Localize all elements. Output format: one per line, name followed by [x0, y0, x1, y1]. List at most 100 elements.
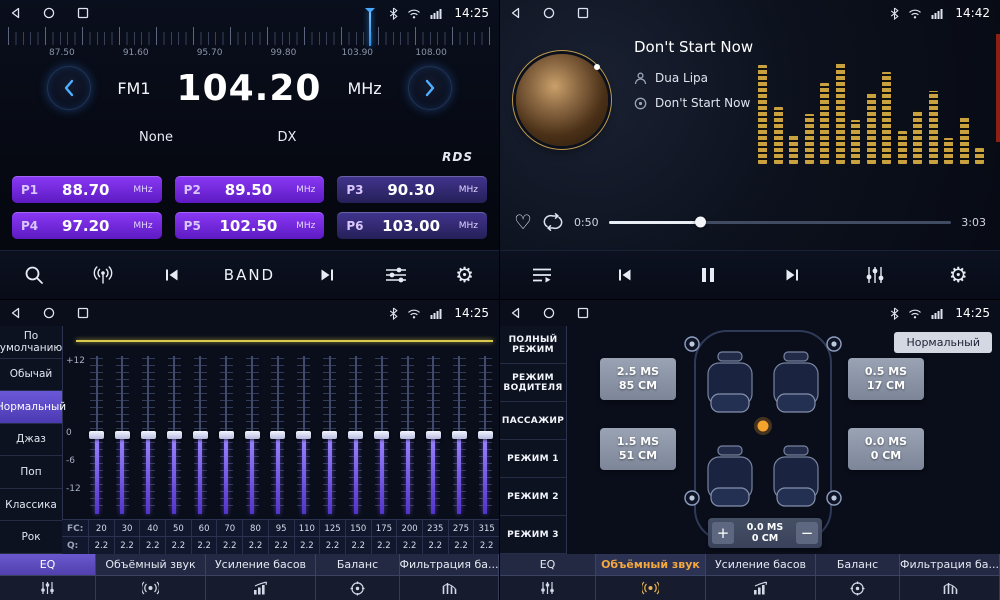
- bluetooth-icon: [890, 307, 899, 320]
- nav-back-icon[interactable]: [510, 7, 521, 19]
- next-track-icon[interactable]: [775, 268, 809, 282]
- filter-icon[interactable]: [400, 576, 499, 600]
- eq-band-slider[interactable]: [269, 356, 286, 514]
- nav-back-icon[interactable]: [510, 307, 521, 319]
- preset-p1[interactable]: P188.70MHz: [12, 176, 162, 203]
- favorite-heart-icon[interactable]: ♡: [514, 210, 532, 234]
- balance-target-icon[interactable]: [316, 576, 400, 600]
- seek-up-button[interactable]: [408, 66, 452, 110]
- decrease-delay-button[interactable]: −: [796, 522, 818, 544]
- seek-knob[interactable]: [695, 217, 706, 228]
- seek-bar[interactable]: [609, 221, 952, 224]
- mode-passenger[interactable]: ПАССАЖИР: [500, 402, 566, 440]
- eq-band-slider[interactable]: [347, 356, 364, 514]
- pause-icon[interactable]: [691, 267, 725, 283]
- nav-home-icon[interactable]: [543, 307, 555, 319]
- tab-balance[interactable]: Баланс: [816, 554, 900, 575]
- settings-gear-icon[interactable]: ⚙: [941, 265, 975, 286]
- preset-p5[interactable]: P5102.50MHz: [175, 212, 325, 239]
- tab-bass-boost[interactable]: Усиление басов: [706, 554, 816, 575]
- eq-band-slider[interactable]: [218, 356, 235, 514]
- search-icon[interactable]: [17, 265, 51, 285]
- bass-boost-icon[interactable]: [706, 576, 816, 600]
- delay-rear-right[interactable]: 0.0 MS0 CM: [848, 428, 924, 470]
- profile-button[interactable]: Нормальный: [894, 332, 992, 353]
- delay-rear-left[interactable]: 1.5 MS51 CM: [600, 428, 676, 470]
- previous-icon[interactable]: [155, 268, 189, 282]
- eq-band-slider[interactable]: [373, 356, 390, 514]
- eq-band-slider[interactable]: [295, 356, 312, 514]
- nav-recents-icon[interactable]: [577, 307, 589, 319]
- progress-row: ♡ 0:50 3:03: [514, 210, 986, 234]
- surround-speaker-icon[interactable]: [596, 576, 706, 600]
- eq-band-slider[interactable]: [399, 356, 416, 514]
- tab-eq[interactable]: EQ: [500, 554, 596, 575]
- repeat-icon[interactable]: [542, 213, 564, 231]
- eq-preset-default[interactable]: По умолчанию: [0, 326, 62, 359]
- nav-recents-icon[interactable]: [577, 7, 589, 19]
- preset-p4[interactable]: P497.20MHz: [12, 212, 162, 239]
- tab-filter[interactable]: Фильтрация ба...: [900, 554, 1000, 575]
- eq-band-slider[interactable]: [244, 356, 261, 514]
- previous-track-icon[interactable]: [608, 268, 642, 282]
- eq-band-slider[interactable]: [166, 356, 183, 514]
- nav-recents-icon[interactable]: [77, 7, 89, 19]
- eq-preset-classic[interactable]: Классика: [0, 489, 62, 522]
- eq-band-slider[interactable]: [321, 356, 338, 514]
- preset-p6[interactable]: P6103.00MHz: [337, 212, 487, 239]
- eq-band-slider[interactable]: [477, 356, 494, 514]
- eq-preset-rock[interactable]: Рок: [0, 521, 62, 554]
- mode-full[interactable]: ПОЛНЫЙ РЕЖИМ: [500, 326, 566, 364]
- settings-gear-icon[interactable]: ⚙: [448, 265, 482, 286]
- tab-balance[interactable]: Баланс: [316, 554, 400, 575]
- tab-bass-boost[interactable]: Усиление басов: [206, 554, 316, 575]
- filter-icon[interactable]: [900, 576, 1000, 600]
- eq-band-slider[interactable]: [425, 356, 442, 514]
- eq-preset-pop[interactable]: Поп: [0, 456, 62, 489]
- band-button[interactable]: BAND: [224, 266, 275, 284]
- tab-surround[interactable]: Объёмный звук: [596, 554, 706, 575]
- tab-eq[interactable]: EQ: [0, 554, 96, 575]
- eq-sliders-icon[interactable]: [500, 576, 596, 600]
- nav-home-icon[interactable]: [43, 7, 55, 19]
- nav-back-icon[interactable]: [10, 307, 21, 319]
- eq-preset-jazz[interactable]: Джаз: [0, 424, 62, 457]
- eq-preset-normal[interactable]: Нормальный: [0, 391, 62, 424]
- nav-back-icon[interactable]: [10, 7, 21, 19]
- seek-down-button[interactable]: [47, 66, 91, 110]
- eq-preset-custom[interactable]: Обычай: [0, 359, 62, 392]
- nav-home-icon[interactable]: [543, 7, 555, 19]
- eq-sliders-icon[interactable]: [0, 576, 96, 600]
- eq-band-slider[interactable]: [451, 356, 468, 514]
- mode-2[interactable]: РЕЖИМ 2: [500, 478, 566, 516]
- delay-cm: 85 CM: [619, 379, 657, 393]
- surround-speaker-icon[interactable]: [96, 576, 206, 600]
- nav-recents-icon[interactable]: [77, 307, 89, 319]
- progress-fill: [609, 221, 702, 224]
- status-icons: 14:25: [890, 306, 990, 320]
- eq-band-slider[interactable]: [140, 356, 157, 514]
- playlist-icon[interactable]: [525, 267, 559, 283]
- broadcast-antenna-icon[interactable]: [86, 266, 120, 284]
- eq-band-slider[interactable]: [88, 356, 105, 514]
- mode-driver[interactable]: РЕЖИМ ВОДИТЕЛЯ: [500, 364, 566, 402]
- next-icon[interactable]: [310, 268, 344, 282]
- eq-band-slider[interactable]: [114, 356, 131, 514]
- preset-p2[interactable]: P289.50MHz: [175, 176, 325, 203]
- delay-front-right[interactable]: 0.5 MS17 CM: [848, 358, 924, 400]
- mode-3[interactable]: РЕЖИМ 3: [500, 516, 566, 554]
- preset-p3[interactable]: P390.30MHz: [337, 176, 487, 203]
- nav-home-icon[interactable]: [43, 307, 55, 319]
- tab-surround[interactable]: Объёмный звук: [96, 554, 206, 575]
- delay-front-left[interactable]: 2.5 MS85 CM: [600, 358, 676, 400]
- eq-band-slider[interactable]: [192, 356, 209, 514]
- increase-delay-button[interactable]: +: [712, 522, 734, 544]
- bass-boost-icon[interactable]: [206, 576, 316, 600]
- bluetooth-icon: [890, 7, 899, 20]
- frequency-ruler[interactable]: 87.50 91.60 95.70 99.80 103.90 108.00: [0, 26, 499, 64]
- mode-1[interactable]: РЕЖИМ 1: [500, 440, 566, 478]
- tune-sliders-icon[interactable]: [379, 266, 413, 284]
- balance-target-icon[interactable]: [816, 576, 900, 600]
- tab-filter[interactable]: Фильтрация ба...: [400, 554, 499, 575]
- equalizer-sliders-icon[interactable]: [858, 266, 892, 284]
